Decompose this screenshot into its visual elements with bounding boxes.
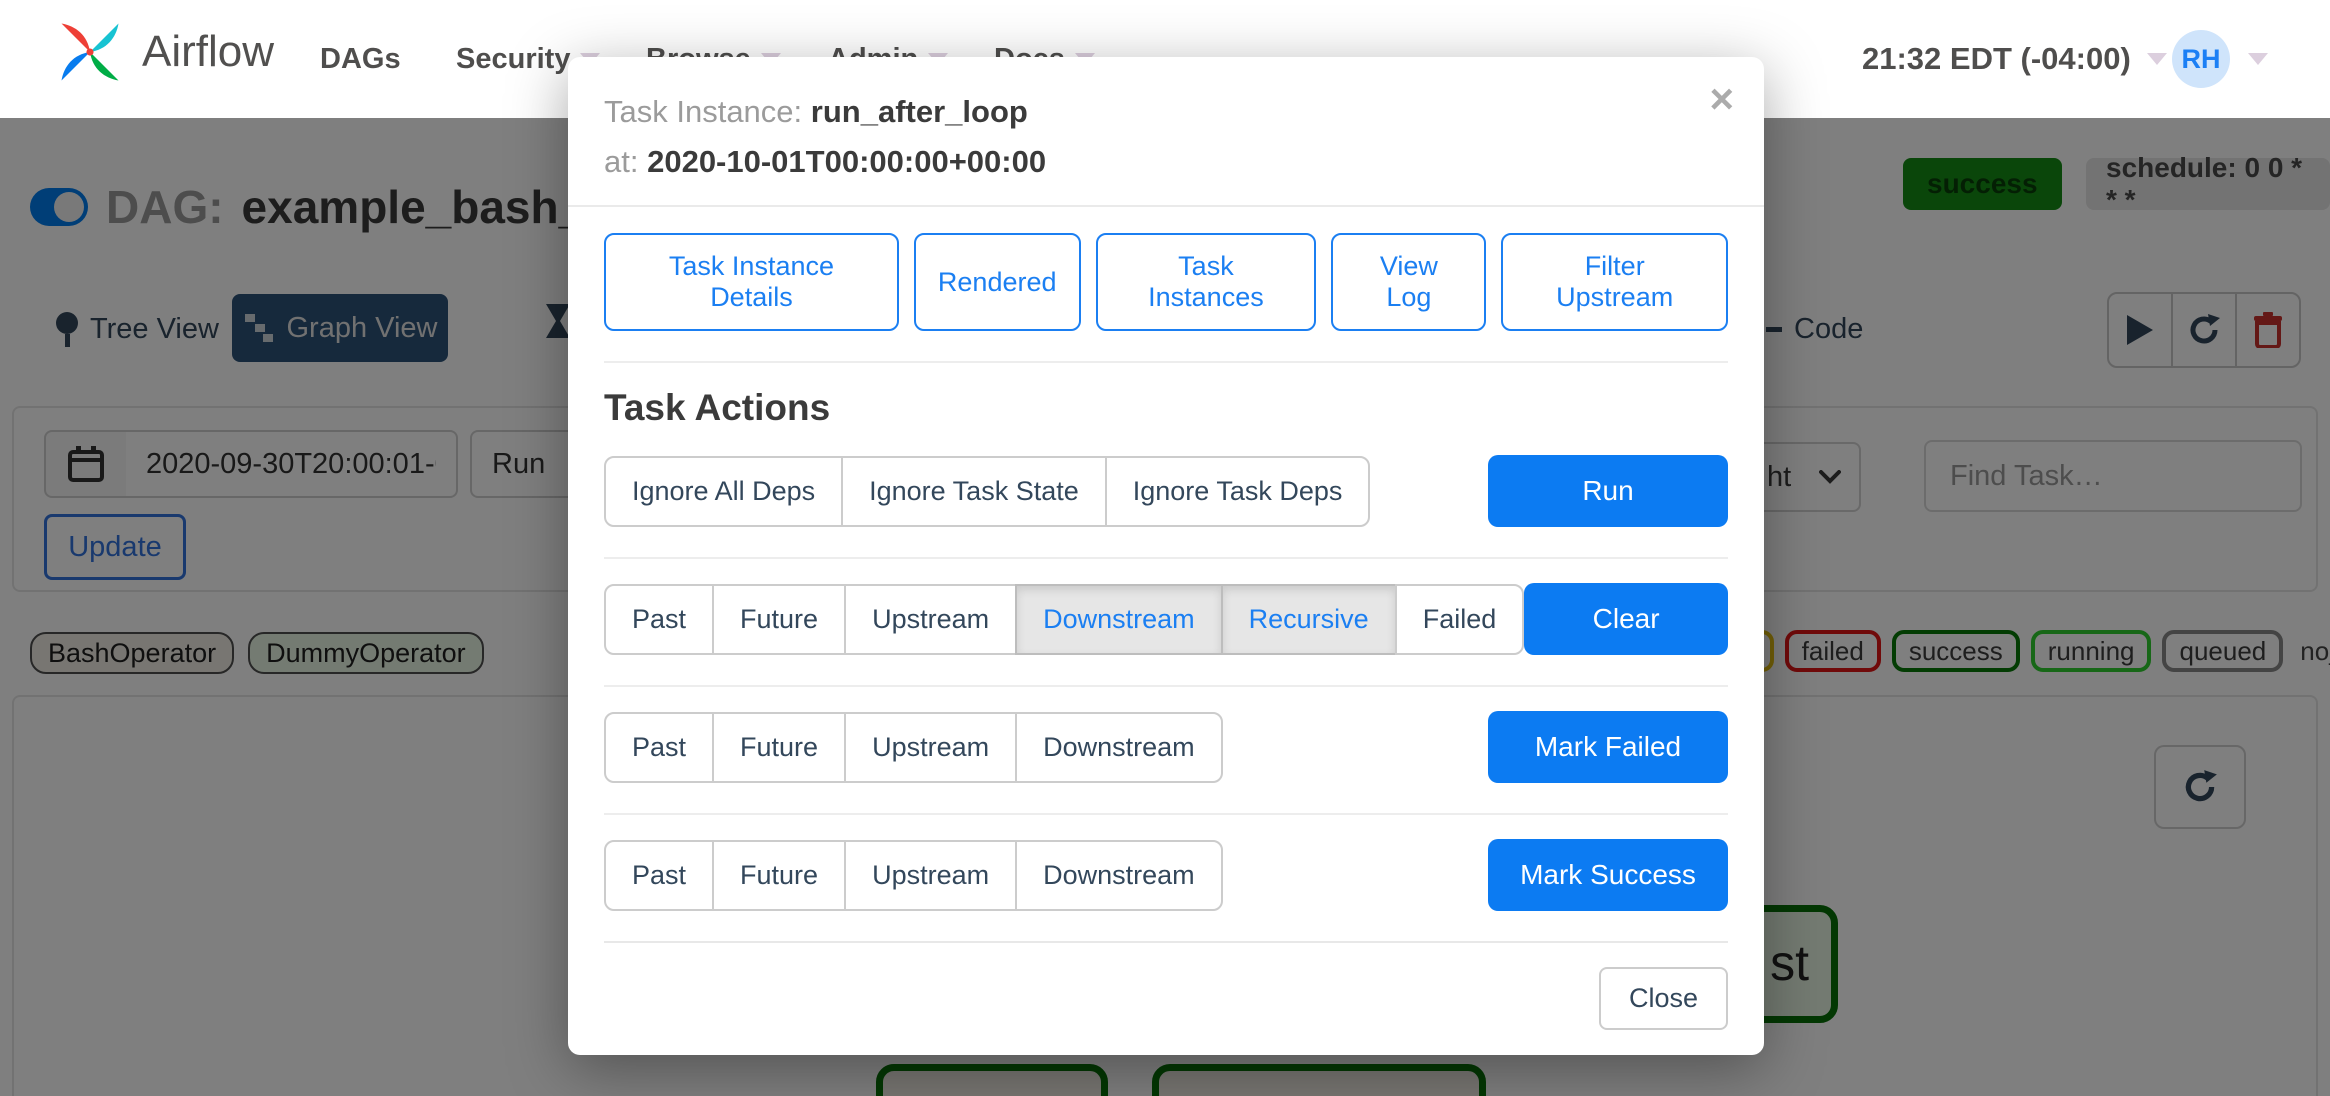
instance-links-row: Task Instance Details Rendered Task Inst… — [604, 233, 1728, 331]
run-options-group: Ignore All Deps Ignore Task State Ignore… — [604, 455, 1371, 527]
task-instance-modal: Task Instance: run_after_loop at: 2020-1… — [568, 57, 1764, 1055]
clear-future-toggle[interactable]: Future — [712, 583, 847, 655]
close-icon[interactable]: × — [1709, 75, 1734, 123]
task-instance-details-button[interactable]: Task Instance Details — [604, 233, 899, 331]
ignore-task-state-toggle[interactable]: Ignore Task State — [841, 455, 1107, 527]
modal-body: Task Instance Details Rendered Task Inst… — [568, 207, 1764, 911]
clear-past-toggle[interactable]: Past — [604, 583, 715, 655]
close-button[interactable]: Close — [1598, 967, 1728, 1030]
modal-execution-date: 2020-10-01T00:00:00+00:00 — [647, 144, 1047, 179]
clear-recursive-toggle[interactable]: Recursive — [1220, 583, 1397, 655]
view-log-button[interactable]: View Log — [1331, 233, 1487, 331]
airflow-brand[interactable]: Airflow — [52, 14, 274, 90]
clear-downstream-toggle[interactable]: Downstream — [1015, 583, 1223, 655]
filter-upstream-button[interactable]: Filter Upstream — [1501, 233, 1728, 331]
clear-upstream-toggle[interactable]: Upstream — [844, 583, 1018, 655]
caret-down-icon[interactable] — [2248, 53, 2268, 65]
mark-failed-options-group: Past Future Upstream Downstream — [604, 711, 1223, 783]
divider — [604, 361, 1728, 363]
run-button[interactable]: Run — [1488, 455, 1728, 527]
divider — [604, 557, 1728, 559]
clock-timezone-menu[interactable]: 21:32 EDT (-04:00) — [1862, 0, 2167, 118]
clear-failed-toggle[interactable]: Failed — [1394, 583, 1525, 655]
brand-title: Airflow — [142, 27, 275, 76]
failed-future-toggle[interactable]: Future — [712, 711, 847, 783]
modal-footer: Close — [604, 941, 1728, 1030]
modal-title-task-id: run_after_loop — [810, 94, 1028, 129]
ignore-task-deps-toggle[interactable]: Ignore Task Deps — [1104, 455, 1371, 527]
clear-action-row: Past Future Upstream Downstream Recursiv… — [604, 583, 1728, 655]
failed-past-toggle[interactable]: Past — [604, 711, 715, 783]
modal-at-label: at: — [604, 144, 639, 179]
success-past-toggle[interactable]: Past — [604, 839, 715, 911]
mark-failed-action-row: Past Future Upstream Downstream Mark Fai… — [604, 711, 1728, 783]
mark-success-options-group: Past Future Upstream Downstream — [604, 839, 1223, 911]
success-upstream-toggle[interactable]: Upstream — [844, 839, 1018, 911]
user-avatar[interactable]: RH — [2172, 30, 2230, 88]
success-downstream-toggle[interactable]: Downstream — [1015, 839, 1223, 911]
divider — [604, 685, 1728, 687]
nav-item-dags[interactable]: DAGs — [320, 0, 401, 118]
airflow-graph-page: Airflow DAGs Security Browse Admin Docs … — [0, 0, 2330, 1096]
modal-header: Task Instance: run_after_loop at: 2020-1… — [568, 57, 1764, 207]
mark-failed-button[interactable]: Mark Failed — [1488, 711, 1728, 783]
modal-title-label: Task Instance: — [604, 94, 803, 129]
clear-options-group: Past Future Upstream Downstream Recursiv… — [604, 583, 1525, 655]
ignore-all-deps-toggle[interactable]: Ignore All Deps — [604, 455, 844, 527]
success-future-toggle[interactable]: Future — [712, 839, 847, 911]
run-action-row: Ignore All Deps Ignore Task State Ignore… — [604, 455, 1728, 527]
mark-success-action-row: Past Future Upstream Downstream Mark Suc… — [604, 839, 1728, 911]
airflow-logo-icon — [61, 23, 119, 81]
caret-down-icon — [2146, 53, 2167, 65]
clear-button[interactable]: Clear — [1524, 583, 1728, 655]
failed-upstream-toggle[interactable]: Upstream — [844, 711, 1018, 783]
mark-success-button[interactable]: Mark Success — [1488, 839, 1728, 911]
failed-downstream-toggle[interactable]: Downstream — [1015, 711, 1223, 783]
rendered-button[interactable]: Rendered — [913, 233, 1081, 331]
task-actions-title: Task Actions — [604, 387, 831, 428]
divider — [604, 813, 1728, 815]
task-instances-button[interactable]: Task Instances — [1095, 233, 1317, 331]
